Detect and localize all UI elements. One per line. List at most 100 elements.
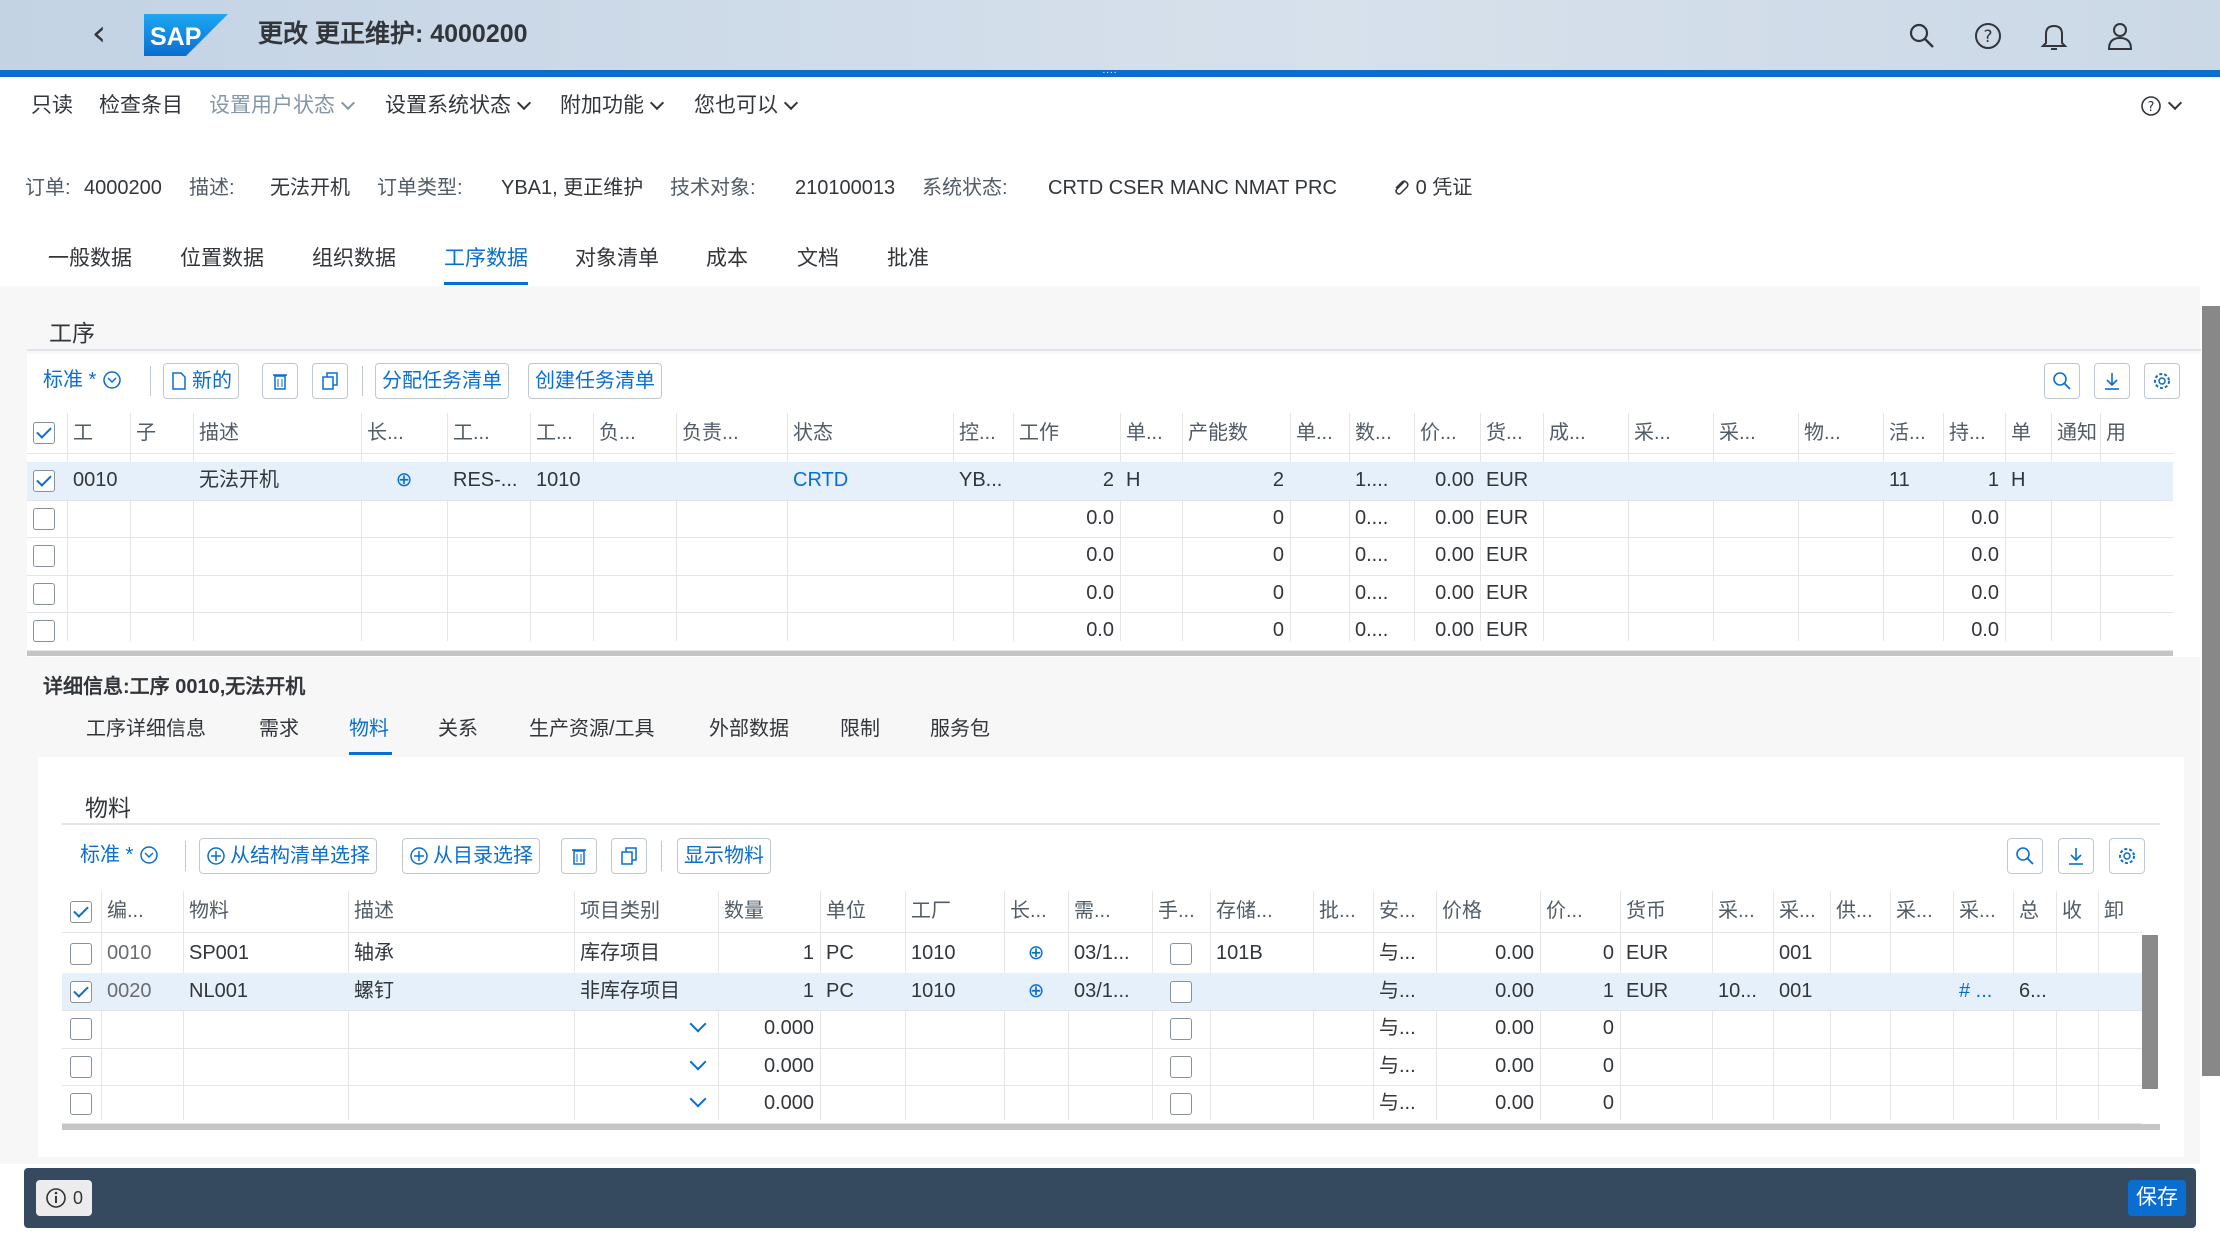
tab-approval[interactable]: 批准 [887, 245, 929, 273]
ops-column-header[interactable]: 长... [361, 413, 447, 453]
expand-icon[interactable] [361, 575, 447, 613]
resize-grip[interactable]: .... [1095, 66, 1125, 76]
delete-button[interactable] [262, 363, 298, 399]
ops-column-header[interactable]: 工... [530, 413, 593, 453]
ops-column-header[interactable]: 货... [1480, 413, 1543, 453]
mat-column-header[interactable]: 项目类别 [574, 891, 718, 931]
ops-column-header[interactable]: 价... [1414, 413, 1480, 453]
tab-org-data[interactable]: 组织数据 [312, 245, 396, 273]
ops-column-header[interactable]: 通知 [2051, 413, 2100, 453]
mat-cell[interactable]: 1 [718, 935, 820, 973]
ops-column-header[interactable]: 采... [1713, 413, 1798, 453]
ops-column-header[interactable]: 子 [130, 413, 193, 453]
detail-tab-requirements[interactable]: 需求 [259, 715, 299, 743]
mat-column-header[interactable]: 采... [1953, 891, 2013, 931]
menu-you-can-also[interactable]: 您也可以 [694, 94, 799, 118]
menu-extras[interactable]: 附加功能 [560, 94, 665, 118]
select-from-bom-button[interactable]: 从结构清单选择 [199, 838, 377, 874]
menu-readonly[interactable]: 只读 [31, 94, 73, 118]
ops-cell[interactable] [193, 612, 361, 650]
detail-tab-material[interactable]: 物料 [349, 715, 389, 743]
ops-select-all-checkbox[interactable] [33, 422, 55, 444]
help-menu-icon[interactable]: ? [2140, 94, 2183, 118]
expand-icon[interactable] [361, 500, 447, 538]
mat-cell[interactable]: # ... [1953, 973, 2013, 1011]
tab-operation-data[interactable]: 工序数据 [444, 245, 528, 273]
detail-tab-prt[interactable]: 生产资源/工具 [529, 715, 655, 743]
ops-cell[interactable] [67, 612, 130, 650]
ops-column-header[interactable]: 用 [2100, 413, 2146, 453]
mat-cell[interactable]: 0.000 [718, 1085, 820, 1123]
ops-horizontal-scrollbar[interactable] [27, 650, 2173, 656]
ops-column-header[interactable]: 产能数 [1182, 413, 1290, 453]
detail-tab-relations[interactable]: 关系 [438, 715, 478, 743]
search-icon[interactable] [1902, 16, 1942, 56]
mat-cell[interactable]: 1 [718, 973, 820, 1011]
mat-cell[interactable]: 0.000 [718, 1010, 820, 1048]
ops-column-header[interactable]: 数... [1349, 413, 1414, 453]
tab-location-data[interactable]: 位置数据 [180, 245, 264, 273]
mat-column-header[interactable]: 长... [1004, 891, 1068, 931]
sap-logo[interactable]: SAP [144, 14, 228, 56]
copy-button[interactable] [312, 363, 348, 399]
mat-column-header[interactable]: 采... [1773, 891, 1830, 931]
mat-search-button[interactable] [2007, 838, 2043, 874]
ops-cell[interactable] [130, 575, 193, 613]
save-button[interactable]: 保存 [2128, 1180, 2186, 1216]
ops-column-header[interactable]: 成... [1543, 413, 1628, 453]
expand-icon[interactable] [361, 612, 447, 650]
mat-column-header[interactable]: 安... [1373, 891, 1436, 931]
mat-column-header[interactable]: 价格 [1436, 891, 1540, 931]
ops-column-header[interactable]: 采... [1628, 413, 1713, 453]
ops-column-header[interactable]: 物... [1798, 413, 1883, 453]
ops-column-header[interactable]: 单... [1290, 413, 1349, 453]
mat-vertical-scrollbar[interactable] [2142, 935, 2158, 1089]
menu-set-system-status[interactable]: 设置系统状态 [385, 94, 532, 118]
mat-column-header[interactable]: 批... [1313, 891, 1373, 931]
ops-cell[interactable] [130, 612, 193, 650]
mat-row-checkbox[interactable] [70, 1055, 92, 1078]
ops-column-header[interactable]: 工... [447, 413, 530, 453]
manual-req-checkbox[interactable] [1170, 943, 1192, 965]
ops-cell[interactable] [193, 537, 361, 575]
mat-cell[interactable] [183, 1010, 348, 1048]
ops-row-checkbox[interactable] [33, 507, 55, 530]
create-task-list-button[interactable]: 创建任务清单 [528, 363, 662, 399]
ops-cell[interactable] [67, 575, 130, 613]
expand-icon[interactable] [1004, 1048, 1068, 1086]
mat-column-header[interactable]: 存储... [1210, 891, 1313, 931]
mat-column-header[interactable]: 工厂 [905, 891, 1004, 931]
mat-cell[interactable] [183, 1048, 348, 1086]
ops-cell[interactable] [193, 500, 361, 538]
copy-material-button[interactable] [611, 838, 647, 874]
mat-cell[interactable]: NL001 [183, 973, 348, 1011]
mat-column-header[interactable]: 收 [2056, 891, 2098, 931]
mat-column-header[interactable]: 物料 [183, 891, 348, 931]
menu-check-entries[interactable]: 检查条目 [99, 94, 183, 118]
mat-column-header[interactable]: 采... [1712, 891, 1773, 931]
ops-column-header[interactable]: 单... [1120, 413, 1182, 453]
assign-task-list-button[interactable]: 分配任务清单 [375, 363, 509, 399]
detail-tab-operation[interactable]: 工序详细信息 [86, 715, 206, 743]
expand-icon[interactable] [1004, 1010, 1068, 1048]
table-settings-button[interactable] [2144, 363, 2180, 399]
back-icon[interactable]: ‹ [82, 14, 116, 54]
mat-column-header[interactable]: 单位 [820, 891, 905, 931]
detail-tab-external[interactable]: 外部数据 [709, 715, 789, 743]
tab-general-data[interactable]: 一般数据 [48, 245, 132, 273]
ops-cell[interactable]: 无法开机 [193, 462, 361, 500]
attachments[interactable]: 0 凭证 [1392, 176, 1472, 200]
mat-row-checkbox[interactable] [70, 1093, 92, 1115]
expand-icon[interactable]: ⊕ [1004, 973, 1068, 1011]
page-scrollbar[interactable] [2202, 306, 2220, 1076]
ops-cell[interactable] [130, 500, 193, 538]
ops-column-header[interactable]: 活... [1883, 413, 1943, 453]
delete-material-button[interactable] [561, 838, 597, 874]
ops-variant-select[interactable]: 标准 * [43, 363, 122, 397]
ops-column-header[interactable]: 持... [1943, 413, 2005, 453]
ops-row-checkbox[interactable] [33, 582, 55, 605]
detail-tab-service-package[interactable]: 服务包 [930, 715, 990, 743]
ops-row-checkbox[interactable] [33, 545, 55, 567]
tab-documents[interactable]: 文档 [797, 245, 839, 273]
manual-req-checkbox[interactable] [1170, 1055, 1192, 1078]
